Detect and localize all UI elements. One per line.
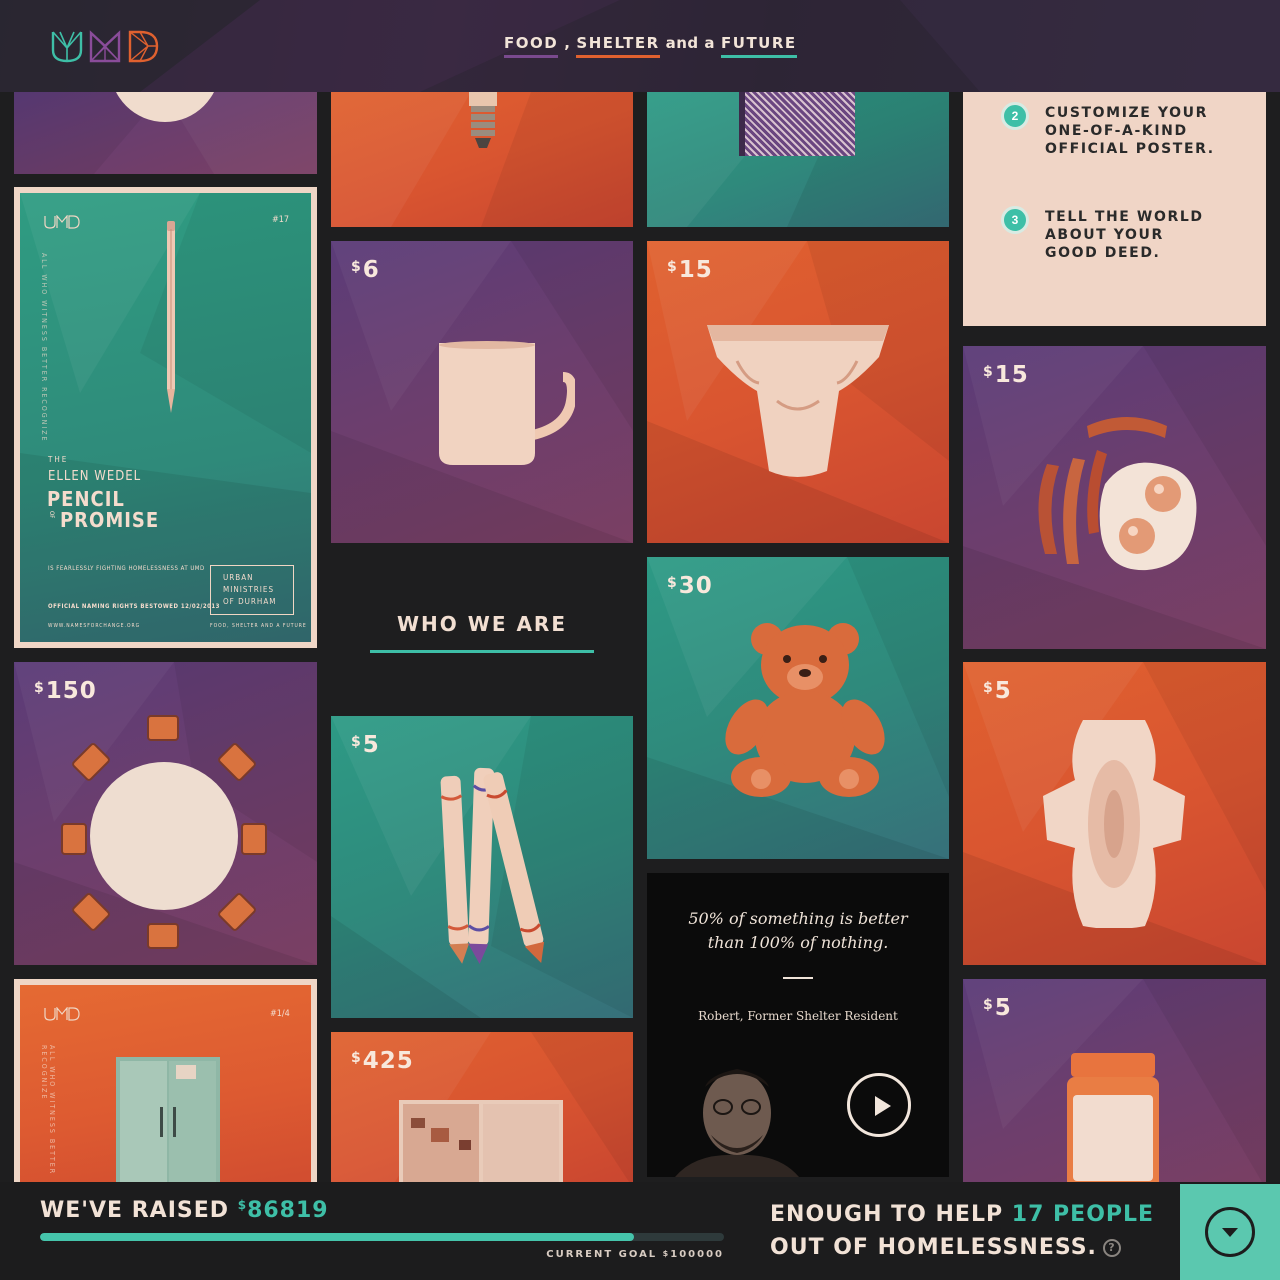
cabinet-icon xyxy=(399,1100,563,1188)
poster-pencil-of-promise[interactable]: #17 ALL WHO WITNESS BETTER RECOGNIZE THE… xyxy=(14,187,317,648)
quote-text: 50% of something is better than 100% of … xyxy=(677,907,919,955)
mug-icon xyxy=(439,341,575,465)
tile-lightbulb-partial[interactable] xyxy=(331,92,633,227)
step-2: 2 CUSTOMIZE YOUR ONE-OF-A-KIND OFFICIAL … xyxy=(1001,102,1215,158)
tile-peanut-butter[interactable]: $5 xyxy=(963,979,1266,1189)
poster-of: OF xyxy=(48,511,55,519)
diaper-icon xyxy=(707,325,889,477)
price-label: $30 xyxy=(667,573,713,599)
price-label: $5 xyxy=(351,732,380,758)
price-label: $15 xyxy=(667,257,713,283)
sanitary-pad-icon xyxy=(1043,720,1185,928)
poster-inner: #1/4 ALL WHO WITNESS BETTER RECOGNIZE xyxy=(20,985,311,1183)
tile-teddy-bear[interactable]: $30 xyxy=(647,557,949,859)
price-label: $5 xyxy=(983,678,1012,704)
poster-tagline: IS FEARLESSLY FIGHTING HOMELESSNESS AT U… xyxy=(48,565,205,572)
poster-honoree-name: ELLEN WEDEL xyxy=(48,469,142,484)
poster-title-line2: PROMISE xyxy=(60,508,160,532)
bacon-eggs-icon xyxy=(1038,417,1197,571)
raised-currency: $ xyxy=(237,1198,248,1212)
site-header: FOOD , SHELTER and a FUTURE xyxy=(0,0,1280,92)
step-number-badge: 2 xyxy=(1001,102,1029,130)
poster-org-line2: MINISTRIES xyxy=(223,585,275,594)
poster-org-line1: URBAN xyxy=(223,573,254,582)
current-goal: CURRENT GOAL $100000 xyxy=(540,1249,724,1260)
tile-cabinet[interactable]: $425 xyxy=(331,1032,633,1188)
tile-notebook-partial[interactable] xyxy=(647,92,949,227)
raised-total: WE'VE RAISED $86819 xyxy=(40,1198,329,1223)
quote-attribution: Robert, Former Shelter Resident xyxy=(698,1009,898,1023)
umd-logo[interactable] xyxy=(50,28,162,64)
logo-m-icon xyxy=(89,30,121,63)
umd-mini-logo-icon xyxy=(44,1007,80,1021)
step-3: 3 TELL THE WORLD ABOUT YOUR GOOD DEED. xyxy=(1001,206,1204,262)
impact-statement: ENOUGH TO HELP 17 PEOPLE OUT OF HOMELESS… xyxy=(770,1198,1154,1264)
goal-label: CURRENT GOAL xyxy=(546,1249,658,1260)
quote-line2: than 100% of nothing. xyxy=(707,933,889,952)
poster-side-text: ALL WHO WITNESS BETTER RECOGNIZE xyxy=(40,253,48,443)
poster-number: #1/4 xyxy=(270,1009,290,1019)
poster-rights: OFFICIAL NAMING RIGHTS BESTOWED 12/02/20… xyxy=(48,603,220,610)
price-label: $6 xyxy=(351,257,380,283)
table-chairs-icon xyxy=(61,715,267,949)
poster-org-box: URBAN MINISTRIES OF DURHAM xyxy=(210,565,294,615)
how-it-works-card: 2 CUSTOMIZE YOUR ONE-OF-A-KIND OFFICIAL … xyxy=(963,92,1266,326)
impact-text-a: ENOUGH TO HELP xyxy=(770,1202,1004,1227)
goal-progress-fill xyxy=(40,1233,634,1241)
tile-bacon-eggs[interactable]: $15 xyxy=(963,346,1266,649)
play-video-button[interactable] xyxy=(847,1073,911,1137)
chevron-down-icon xyxy=(1205,1207,1255,1257)
nav-food[interactable]: FOOD xyxy=(504,34,559,58)
pencil-icon xyxy=(167,221,175,413)
portrait-image xyxy=(675,1069,799,1177)
poster-org-line3: OF DURHAM xyxy=(223,597,277,606)
lightbulb-icon xyxy=(469,92,497,148)
step-number-badge: 3 xyxy=(1001,206,1029,234)
notebook-icon xyxy=(739,92,855,156)
fridge-icon xyxy=(116,1057,220,1183)
price-label: $425 xyxy=(351,1048,414,1074)
nav-separator: and a xyxy=(665,34,716,52)
raised-label: WE'VE RAISED xyxy=(40,1198,230,1223)
poster-number: #17 xyxy=(272,215,290,225)
scroll-down-button[interactable] xyxy=(1180,1184,1280,1280)
help-icon[interactable]: ? xyxy=(1102,1239,1121,1257)
crayons-icon xyxy=(440,767,545,965)
price-label: $15 xyxy=(983,362,1029,388)
poster-side-text: ALL WHO WITNESS BETTER RECOGNIZE xyxy=(40,1045,56,1176)
nav-shelter[interactable]: SHELTER xyxy=(576,34,660,58)
nav-future[interactable]: FUTURE xyxy=(721,34,797,58)
tile-sanitary-pad[interactable]: $5 xyxy=(963,662,1266,965)
quote-line1: 50% of something is better xyxy=(688,909,908,928)
main-nav: FOOD , SHELTER and a FUTURE xyxy=(504,34,797,58)
price-label: $5 xyxy=(983,995,1012,1021)
peanut-butter-icon xyxy=(1067,1053,1159,1189)
step-text: CUSTOMIZE YOUR ONE-OF-A-KIND OFFICIAL PO… xyxy=(1045,105,1215,157)
goal-amount: 100000 xyxy=(670,1249,724,1260)
step-text: TELL THE WORLD ABOUT YOUR GOOD DEED. xyxy=(1045,209,1204,261)
tile-mug[interactable]: $6 xyxy=(331,241,633,543)
who-we-are-link[interactable]: WHO WE ARE xyxy=(370,612,594,653)
poster-inner: #17 ALL WHO WITNESS BETTER RECOGNIZE THE… xyxy=(20,193,311,642)
umd-mini-logo-icon xyxy=(44,215,80,229)
poster-the: THE xyxy=(48,455,69,464)
testimonial-video-card[interactable]: 50% of something is better than 100% of … xyxy=(647,873,949,1177)
poster-footer: FOOD, SHELTER AND A FUTURE xyxy=(210,623,307,629)
poster-url: WWW.NAMESFORCHANGE.ORG xyxy=(48,623,141,629)
impact-people-count: 17 PEOPLE xyxy=(1011,1202,1155,1227)
nav-separator: , xyxy=(564,34,571,52)
teddy-bear-icon xyxy=(725,623,885,797)
quote-divider xyxy=(783,977,813,979)
tile-diaper[interactable]: $15 xyxy=(647,241,949,543)
logo-u-icon xyxy=(51,31,83,63)
price-label: $150 xyxy=(34,678,97,704)
logo-d-icon xyxy=(128,30,159,63)
tile-plate-partial[interactable] xyxy=(14,92,317,174)
impact-text-b: OUT OF HOMELESSNESS. xyxy=(770,1235,1097,1260)
tile-table[interactable]: $150 xyxy=(14,662,317,965)
goal-progress-bar xyxy=(40,1233,724,1241)
tile-crayons[interactable]: $5 xyxy=(331,716,633,1018)
raised-amount: 86819 xyxy=(247,1198,329,1223)
poster-fridge[interactable]: #1/4 ALL WHO WITNESS BETTER RECOGNIZE xyxy=(14,979,317,1189)
